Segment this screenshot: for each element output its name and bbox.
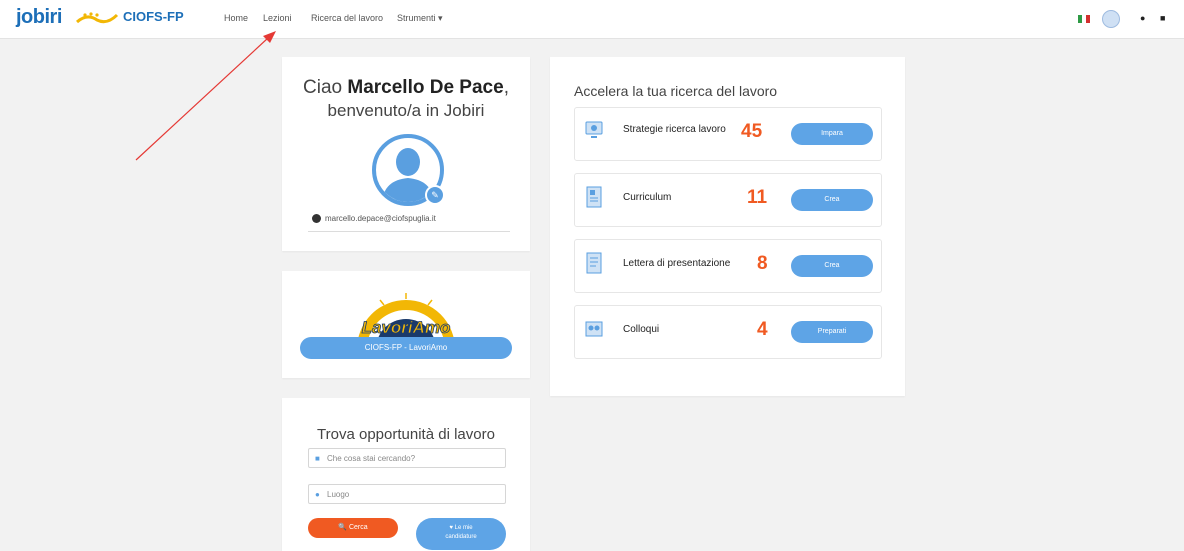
cv-icon	[586, 186, 602, 208]
item-label: Curriculum	[623, 192, 672, 203]
top-navbar: jobiri CIOFS-FP Home Lezioni Ricerca del…	[0, 0, 1184, 39]
lavoriamo-button[interactable]: CIOFS-FP - LavoriAmo	[300, 337, 512, 359]
item-count: 11	[747, 187, 768, 208]
nav-strumenti-dropdown[interactable]: Strumenti ▾	[397, 13, 443, 24]
briefcase-icon: ■	[315, 454, 320, 463]
ciofs-brand-name: CIOFS-FP	[123, 9, 184, 24]
user-name: Marcello De Pace	[347, 77, 504, 98]
welcome-greeting: Ciao Marcello De Pace,	[303, 77, 509, 98]
location-input[interactable]: ● Luogo	[308, 484, 506, 504]
logout-icon[interactable]: ■	[1160, 13, 1165, 23]
impara-button[interactable]: Impara	[791, 123, 873, 145]
job-search-card: Trova opportunità di lavoro ■ Che cosa s…	[282, 398, 530, 551]
account-icon	[312, 214, 321, 224]
item-label: Strategie ricerca lavoro	[623, 124, 726, 135]
welcome-card: Ciao Marcello De Pace, benvenuto/a in Jo…	[282, 57, 530, 251]
list-item-curriculum[interactable]: Curriculum 11 Crea	[574, 173, 882, 227]
strategy-icon	[585, 121, 603, 138]
list-item-colloqui[interactable]: Colloqui 4 Preparati	[574, 305, 882, 359]
list-item-strategie[interactable]: Strategie ricerca lavoro 45 Impara	[574, 107, 882, 161]
item-count: 4	[757, 319, 768, 340]
search-button[interactable]: 🔍 Cerca	[308, 518, 398, 538]
welcome-subtitle: benvenuto/a in Jobiri	[327, 101, 485, 120]
letter-icon	[586, 252, 602, 274]
divider	[308, 231, 510, 232]
ciofs-swoosh-icon	[75, 12, 119, 24]
bell-icon[interactable]: ●	[1140, 13, 1145, 23]
user-email: marcello.depace@ciofspuglia.it	[325, 214, 436, 223]
crea-cv-button[interactable]: Crea	[791, 189, 873, 211]
location-pin-icon: ●	[315, 490, 320, 499]
accelera-card: Accelera la tua ricerca del lavoro Strat…	[550, 57, 905, 396]
item-count: 45	[741, 121, 763, 142]
user-avatar-icon[interactable]	[1102, 10, 1120, 28]
svg-text:LavoriAmo: LavoriAmo	[362, 318, 451, 337]
my-applications-button[interactable]: ♥ Le mie candidature	[416, 518, 506, 550]
lavoriamo-card: LavoriAmo CIOFS-FP - LavoriAmo	[282, 271, 530, 378]
jobiri-logo[interactable]: jobiri	[16, 6, 62, 29]
accelera-title: Accelera la tua ricerca del lavoro	[574, 83, 778, 99]
nav-ricerca-lavoro[interactable]: Ricerca del lavoro	[311, 13, 383, 23]
item-count: 8	[757, 253, 768, 274]
list-item-lettera[interactable]: Lettera di presentazione 8 Crea	[574, 239, 882, 293]
preparati-button[interactable]: Preparati	[791, 321, 873, 343]
search-title: Trova opportunità di lavoro	[317, 426, 495, 443]
what-search-input[interactable]: ■ Che cosa stai cercando?	[308, 448, 506, 468]
interview-icon	[585, 321, 603, 337]
edit-profile-pencil-icon[interactable]: ✎	[425, 185, 445, 205]
item-label: Lettera di presentazione	[623, 258, 731, 269]
italian-flag-icon[interactable]	[1078, 15, 1090, 23]
item-label: Colloqui	[623, 324, 660, 335]
email-row: marcello.depace@ciofspuglia.it	[312, 214, 436, 224]
crea-lettera-button[interactable]: Crea	[791, 255, 873, 277]
nav-lezioni[interactable]: Lezioni	[263, 13, 292, 23]
nav-home[interactable]: Home	[224, 13, 248, 23]
